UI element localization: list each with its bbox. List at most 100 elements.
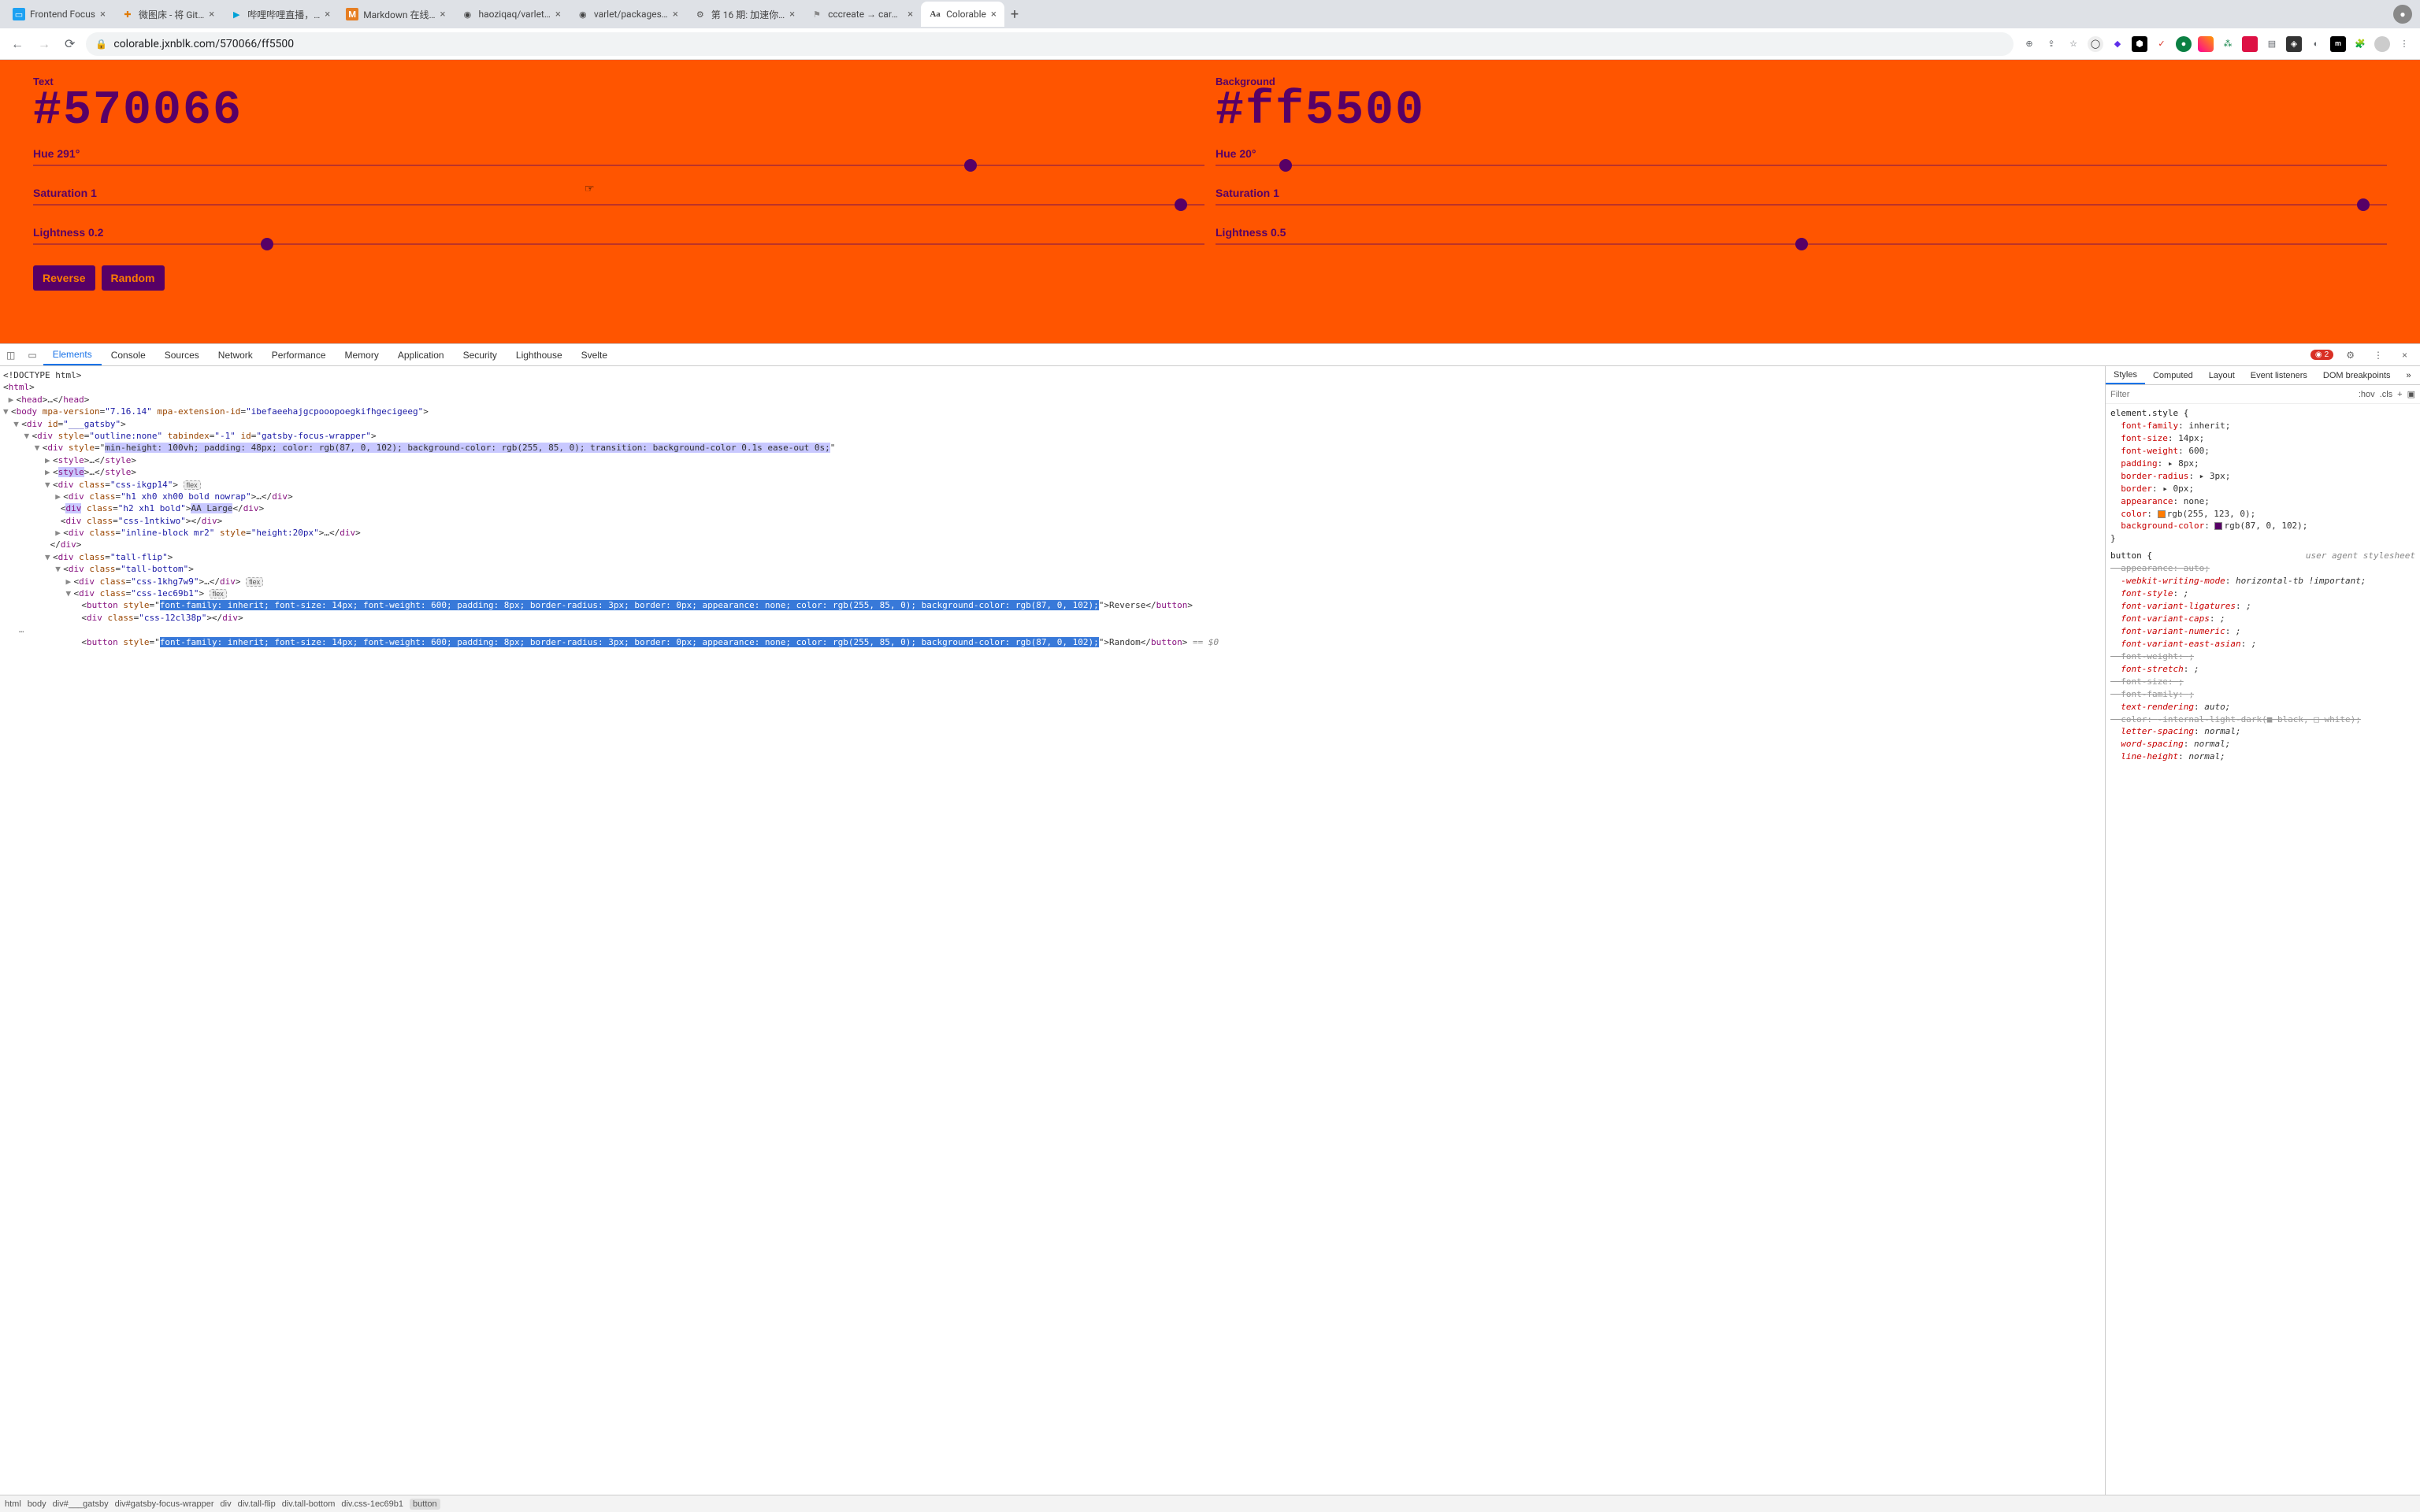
toggle-sidebar-icon[interactable]: ▣ xyxy=(2407,389,2415,399)
crumb[interactable]: div.tall-bottom xyxy=(282,1499,336,1509)
hov-toggle[interactable]: :hov xyxy=(2359,390,2375,399)
styles-tab-styles[interactable]: Styles xyxy=(2106,366,2145,384)
text-hex-value[interactable]: #570066 xyxy=(33,84,1204,138)
profile-icon[interactable] xyxy=(2374,36,2390,52)
tab-lighthouse[interactable]: Lighthouse xyxy=(507,344,572,365)
reload-button[interactable]: ⟳ xyxy=(61,33,78,54)
tab-network[interactable]: Network xyxy=(209,344,262,365)
elements-tree[interactable]: <!DOCTYPE html> <html> ▶<head>…</head> ▼… xyxy=(0,366,2105,1495)
slider-thumb[interactable] xyxy=(1279,159,1292,172)
inspect-element-icon[interactable]: ◫ xyxy=(0,350,21,361)
crumb[interactable]: body xyxy=(28,1499,46,1509)
tab-elements[interactable]: Elements xyxy=(43,344,102,365)
tab-frontend-focus[interactable]: ▭ Frontend Focus × xyxy=(5,2,113,27)
slider-thumb[interactable] xyxy=(2357,198,2370,211)
share-icon[interactable]: ⇪ xyxy=(2043,36,2059,52)
tab-title: Markdown 在线… xyxy=(363,8,435,21)
crumb[interactable]: div.css-1ec69b1 xyxy=(341,1499,403,1509)
tab-bilibili[interactable]: ▶ 哔哩哔哩直播，… × xyxy=(222,2,338,27)
close-icon[interactable]: × xyxy=(991,9,997,20)
extension-icon[interactable] xyxy=(2242,36,2258,52)
tab-sources[interactable]: Sources xyxy=(155,344,209,365)
styles-tab-computed[interactable]: Computed xyxy=(2145,366,2201,384)
hue-slider-track[interactable] xyxy=(33,165,1204,166)
crumb[interactable]: html xyxy=(5,1499,21,1509)
extension-icon[interactable]: ⬢ xyxy=(2132,36,2147,52)
styles-tab-dom-breakpoints[interactable]: DOM breakpoints xyxy=(2315,366,2399,384)
slider-thumb[interactable] xyxy=(261,238,273,250)
error-count-badge[interactable]: ◉ 2 xyxy=(2311,350,2333,360)
crumb[interactable]: div#gatsby-focus-wrapper xyxy=(115,1499,214,1509)
cls-toggle[interactable]: .cls xyxy=(2380,390,2393,399)
tab-colorable[interactable]: Aa Colorable × xyxy=(921,2,1004,27)
forward-button[interactable]: → xyxy=(35,33,54,55)
bg-saturation-slider: Saturation 1 xyxy=(1216,187,2387,206)
lightness-slider-track[interactable] xyxy=(1216,243,2387,245)
extension-icon[interactable]: ✓ xyxy=(2154,36,2169,52)
random-button[interactable]: Random xyxy=(102,265,165,291)
close-icon[interactable]: × xyxy=(440,9,446,20)
background-hex-value[interactable]: #ff5500 xyxy=(1216,84,2387,138)
more-icon[interactable]: ⋮ xyxy=(2367,350,2389,361)
tab-svelte[interactable]: Svelte xyxy=(572,344,617,365)
favicon-icon: ▶ xyxy=(230,8,243,20)
device-toolbar-icon[interactable]: ▭ xyxy=(21,350,43,361)
tab-performance[interactable]: Performance xyxy=(262,344,336,365)
styles-rules[interactable]: element.style { font-family: inherit; fo… xyxy=(2106,404,2420,1495)
more-tabs-icon[interactable]: » xyxy=(2399,366,2419,384)
tab-cccreate[interactable]: ⚑ cccreate → care… × xyxy=(803,2,921,27)
close-devtools-icon[interactable]: × xyxy=(2396,350,2414,361)
slider-thumb[interactable] xyxy=(1795,238,1808,250)
tab-memory[interactable]: Memory xyxy=(336,344,388,365)
extension-icon[interactable]: ◆ xyxy=(2110,36,2125,52)
close-icon[interactable]: × xyxy=(673,9,678,20)
close-icon[interactable]: × xyxy=(209,9,214,20)
extension-icon[interactable]: ◐ xyxy=(2308,36,2324,52)
tab-security[interactable]: Security xyxy=(454,344,507,365)
tab-title: 微图床 - 将 Git… xyxy=(139,8,204,21)
address-bar[interactable]: 🔒 colorable.jxnblk.com/570066/ff5500 xyxy=(86,32,2014,56)
profile-avatar-icon[interactable]: ● xyxy=(2393,5,2412,24)
extension-icon[interactable]: ● xyxy=(2176,36,2192,52)
extension-icon[interactable] xyxy=(2198,36,2214,52)
extension-icon[interactable]: ⁂ xyxy=(2220,36,2236,52)
extension-icon[interactable]: m xyxy=(2330,36,2346,52)
styles-tab-event-listeners[interactable]: Event listeners xyxy=(2243,366,2315,384)
tab-haoziqaq[interactable]: ◉ haoziqaq/varlet… × xyxy=(453,2,568,27)
new-tab-button[interactable]: + xyxy=(1004,6,1025,23)
tab-markdown[interactable]: M Markdown 在线… × xyxy=(338,2,453,27)
crumb[interactable]: div.tall-flip xyxy=(238,1499,276,1509)
tab-issue16[interactable]: ⚙ 第 16 期: 加速你… × xyxy=(686,2,803,27)
close-icon[interactable]: × xyxy=(100,9,106,20)
browser-menu-icon[interactable]: ⋮ xyxy=(2396,36,2412,52)
settings-icon[interactable]: ⚙ xyxy=(2340,350,2361,361)
crumb[interactable]: div#___gatsby xyxy=(53,1499,109,1509)
close-icon[interactable]: × xyxy=(789,9,795,20)
close-icon[interactable]: × xyxy=(325,9,330,20)
reverse-button[interactable]: Reverse xyxy=(33,265,95,291)
extensions-menu-icon[interactable]: 🧩 xyxy=(2352,36,2368,52)
new-rule-button[interactable]: + xyxy=(2397,390,2402,399)
slider-thumb[interactable] xyxy=(964,159,977,172)
styles-tab-layout[interactable]: Layout xyxy=(2201,366,2243,384)
lightness-slider-track[interactable] xyxy=(33,243,1204,245)
tab-console[interactable]: Console xyxy=(102,344,155,365)
tab-varlet[interactable]: ◉ varlet/packages… × xyxy=(569,2,686,27)
crumb[interactable]: div xyxy=(221,1499,232,1509)
saturation-slider-track[interactable] xyxy=(33,204,1204,206)
back-button[interactable]: ← xyxy=(8,33,27,55)
styles-filter-input[interactable] xyxy=(2110,390,2354,399)
extension-icon[interactable]: ◯ xyxy=(2088,36,2103,52)
tab-application[interactable]: Application xyxy=(388,344,454,365)
saturation-slider-track[interactable] xyxy=(1216,204,2387,206)
bookmark-icon[interactable]: ☆ xyxy=(2066,36,2081,52)
close-icon[interactable]: × xyxy=(555,9,561,20)
extension-icon[interactable]: ▤ xyxy=(2264,36,2280,52)
translate-icon[interactable]: ⊕ xyxy=(2021,36,2037,52)
close-icon[interactable]: × xyxy=(908,9,913,20)
crumb-selected[interactable]: button xyxy=(410,1499,440,1510)
slider-thumb[interactable] xyxy=(1175,198,1187,211)
hue-slider-track[interactable] xyxy=(1216,165,2387,166)
extension-icon[interactable]: ◈ xyxy=(2286,36,2302,52)
tab-weituchang[interactable]: ✚ 微图床 - 将 Git… × xyxy=(113,2,222,27)
